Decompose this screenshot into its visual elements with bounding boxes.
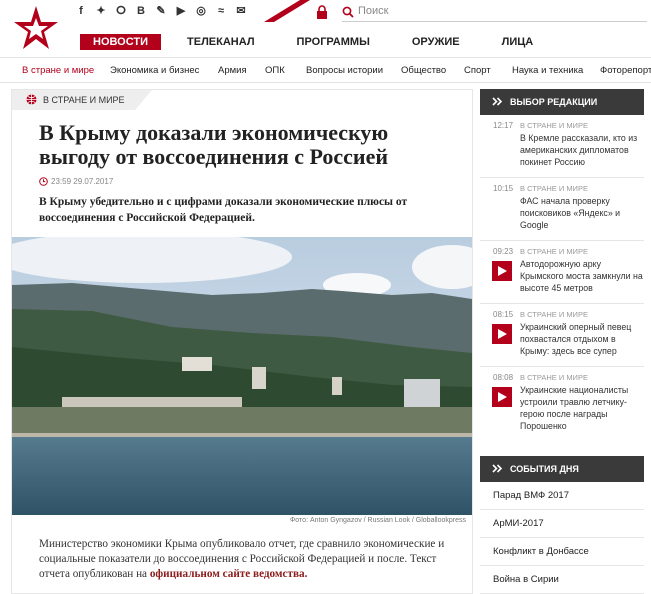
article-lead: В Крыму убедительно и с цифрами доказали… (39, 196, 408, 224)
article-tag-label: В СТРАНЕ И МИРЕ (43, 95, 125, 105)
news-headline[interactable]: Автодорожную арку Крымского моста замкну… (520, 258, 644, 294)
editors-choice-title: ВЫБОР РЕДАКЦИИ (510, 97, 598, 107)
rss-icon[interactable]: ≈ (214, 4, 228, 18)
subnav-photo[interactable]: Фоторепорт (600, 65, 651, 76)
mail-icon[interactable]: ✉ (234, 4, 248, 18)
nav-news[interactable]: НОВОСТИ (80, 34, 162, 50)
subnav-history[interactable]: Вопросы истории (306, 65, 383, 76)
search-icon (342, 6, 354, 18)
event-link[interactable]: АрМИ-2017 (480, 510, 644, 538)
event-link[interactable]: Парад ВМФ 2017 (480, 482, 644, 510)
news-item[interactable]: 08:15 В СТРАНЕ И МИРЕ Украинский оперный… (480, 304, 644, 367)
video-play-icon[interactable] (492, 261, 512, 281)
ok-icon[interactable]: ⵔ (114, 4, 128, 18)
article-tag[interactable]: В СТРАНЕ И МИРЕ (12, 90, 152, 110)
vk-icon[interactable]: B (134, 4, 148, 18)
editors-choice: ВЫБОР РЕДАКЦИИ 12:17 В СТРАНЕ И МИРЕ В К… (480, 89, 644, 432)
subnav-opk[interactable]: ОПК (265, 65, 285, 76)
event-link[interactable]: Война в Сирии (480, 566, 644, 594)
news-item[interactable]: 12:17 В СТРАНЕ И МИРЕ В Кремле рассказал… (480, 115, 644, 178)
subnav-society[interactable]: Общество (401, 65, 446, 76)
article-title: В Крыму доказали экономическую выгоду от… (39, 120, 389, 169)
news-category: В СТРАНЕ И МИРЕ (520, 247, 588, 256)
news-time: 09:23 (493, 247, 514, 256)
site-header: f ✦ ⵔ B ✎ ▶ ◎ ≈ ✉ Поиск НОВОСТИ ТЕЛЕКАНА… (0, 0, 651, 56)
events-title: СОБЫТИЯ ДНЯ (510, 464, 579, 474)
editors-choice-header: ВЫБОР РЕДАКЦИИ (480, 89, 644, 115)
article-photo[interactable] (12, 237, 472, 515)
news-headline[interactable]: Украинский оперный певец похвастался отд… (520, 321, 644, 357)
news-headline[interactable]: Украинские националисты устроили травлю … (520, 384, 644, 432)
subnav-army[interactable]: Армия (218, 65, 247, 76)
news-time: 10:15 (493, 184, 514, 193)
globe-icon (26, 94, 37, 105)
news-headline[interactable]: ФАС начала проверку поисковиков «Яндекс»… (520, 195, 644, 231)
video-play-icon[interactable] (492, 324, 512, 344)
facebook-icon[interactable]: f (74, 4, 88, 18)
events-of-day: СОБЫТИЯ ДНЯ Парад ВМФ 2017 АрМИ-2017 Кон… (480, 456, 644, 594)
news-category: В СТРАНЕ И МИРЕ (520, 184, 588, 193)
news-item[interactable]: 10:15 В СТРАНЕ И МИРЕ ФАС начала проверк… (480, 178, 644, 241)
news-time: 08:15 (493, 310, 514, 319)
nav-programs[interactable]: ПРОГРАММЫ (297, 36, 370, 48)
social-links: f ✦ ⵔ B ✎ ▶ ◎ ≈ ✉ (74, 4, 248, 18)
photo-credit: Фото: Anton Gyngazov / Russian Look / Gl… (12, 515, 472, 527)
clock-icon (39, 177, 48, 186)
news-category: В СТРАНЕ И МИРЕ (520, 121, 588, 130)
twitter-icon[interactable]: ✦ (94, 4, 108, 18)
news-category: В СТРАНЕ И МИРЕ (520, 310, 588, 319)
news-category: В СТРАНЕ И МИРЕ (520, 373, 588, 382)
nav-weapons[interactable]: ОРУЖИЕ (412, 36, 460, 48)
subnav-sport[interactable]: Спорт (464, 65, 491, 76)
video-play-icon[interactable] (492, 387, 512, 407)
event-link[interactable]: Конфликт в Донбассе (480, 538, 644, 566)
subnav-science[interactable]: Наука и техника (512, 65, 583, 76)
news-time: 12:17 (493, 121, 514, 130)
livejournal-icon[interactable]: ✎ (154, 4, 168, 18)
ministry-site-link[interactable]: официальном сайте ведомства. (150, 568, 308, 580)
search-input[interactable]: Поиск (342, 4, 647, 22)
article-date: 23:59 29.07.2017 (39, 177, 113, 186)
news-item[interactable]: 08:08 В СТРАНЕ И МИРЕ Украинские национа… (480, 367, 644, 432)
chevron-right-icon (492, 464, 503, 473)
youtube-icon[interactable]: ▶ (174, 4, 188, 18)
events-header: СОБЫТИЯ ДНЯ (480, 456, 644, 482)
star-logo-icon[interactable] (12, 4, 60, 52)
search-placeholder: Поиск (358, 5, 389, 17)
nav-tv[interactable]: ТЕЛЕКАНАЛ (187, 36, 255, 48)
sub-nav: В стране и мире Экономика и бизнес Армия… (0, 57, 651, 83)
news-headline[interactable]: В Кремле рассказали, кто из американских… (520, 132, 644, 168)
subnav-economy[interactable]: Экономика и бизнес (110, 65, 199, 76)
news-time: 08:08 (493, 373, 514, 382)
article-body: Министерство экономики Крыма опубликовал… (39, 537, 459, 582)
decor-slash (264, 0, 310, 22)
news-item[interactable]: 09:23 В СТРАНЕ И МИРЕ Автодорожную арку … (480, 241, 644, 304)
lock-icon[interactable] (316, 5, 328, 19)
instagram-icon[interactable]: ◎ (194, 4, 208, 18)
nav-faces[interactable]: ЛИЦА (502, 36, 534, 48)
chevron-right-icon (492, 97, 503, 106)
article-date-text: 23:59 29.07.2017 (51, 177, 114, 186)
subnav-world[interactable]: В стране и мире (22, 65, 94, 76)
article: В СТРАНЕ И МИРЕ В Крыму доказали экономи… (11, 89, 473, 594)
main-nav: НОВОСТИ ТЕЛЕКАНАЛ ПРОГРАММЫ ОРУЖИЕ ЛИЦА (80, 34, 533, 50)
